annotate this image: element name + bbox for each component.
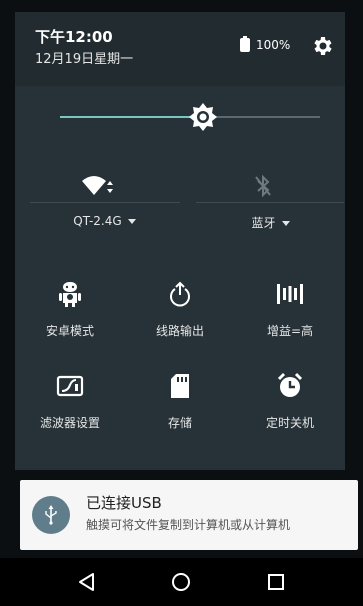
brightness-thumb-icon[interactable] xyxy=(188,102,218,132)
back-triangle-icon xyxy=(79,573,95,591)
quick-toggle-row xyxy=(15,160,345,220)
wifi-icon xyxy=(81,176,113,195)
tile-label: 存储 xyxy=(167,416,192,430)
notification-title: 已连接USB xyxy=(86,494,162,512)
power-output-icon xyxy=(166,280,194,308)
tile-label: 滤波器设置 xyxy=(39,416,100,430)
android-icon xyxy=(56,280,84,308)
tile-timer-shutdown[interactable]: 定时关机 xyxy=(235,372,345,452)
brightness-track-filled xyxy=(60,116,203,118)
tile-label: 增益=高 xyxy=(266,324,314,338)
wifi-divider xyxy=(30,202,180,203)
bluetooth-off-icon xyxy=(254,174,271,198)
battery-icon xyxy=(240,36,250,52)
filter-icon xyxy=(56,372,84,400)
chevron-down-icon xyxy=(127,219,136,224)
wifi-network-label: QT-2.4G xyxy=(73,214,122,228)
wifi-network-dropdown[interactable]: QT-2.4G xyxy=(22,214,187,228)
alarm-icon xyxy=(276,372,304,400)
navigation-bar xyxy=(0,558,363,606)
wifi-toggle[interactable] xyxy=(15,160,180,212)
chevron-down-icon xyxy=(281,221,290,226)
tile-storage[interactable]: 存储 xyxy=(125,372,235,452)
notification-text: 触摸可将文件复制到计算机或从计算机 xyxy=(86,518,291,532)
tile-label: 安卓模式 xyxy=(45,324,94,338)
sd-card-icon xyxy=(166,372,194,400)
clock-time: 下午12:00 xyxy=(35,28,113,46)
tile-label: 定时关机 xyxy=(265,416,314,430)
home-circle-icon xyxy=(172,573,191,591)
tile-filter-settings[interactable]: 滤波器设置 xyxy=(15,372,125,452)
tile-row-1: 安卓模式 线路输出 增益=高 xyxy=(15,280,345,360)
usb-icon xyxy=(32,496,70,534)
tile-row-2: 滤波器设置 存储 定时关机 xyxy=(15,372,345,452)
brightness-slider[interactable] xyxy=(60,100,320,134)
tile-label: 线路输出 xyxy=(155,324,204,338)
bluetooth-dropdown[interactable]: 蓝牙 xyxy=(188,214,353,231)
bluetooth-toggle[interactable] xyxy=(180,160,345,212)
gain-bars-icon xyxy=(276,280,304,308)
bluetooth-divider xyxy=(196,202,344,203)
battery-percent: 100% xyxy=(256,38,291,52)
brightness-track-empty xyxy=(203,116,320,118)
recents-square-icon xyxy=(267,574,284,590)
status-header: 下午12:00 12月19日星期一 100% xyxy=(15,12,345,86)
home-button[interactable] xyxy=(161,562,201,602)
clock-date: 12月19日星期一 xyxy=(35,52,134,67)
tile-line-output[interactable]: 线路输出 xyxy=(125,280,235,360)
battery-status: 100% xyxy=(240,36,291,52)
tile-android-mode[interactable]: 安卓模式 xyxy=(15,280,125,360)
recents-button[interactable] xyxy=(256,562,296,602)
usb-notification[interactable]: 已连接USB 触摸可将文件复制到计算机或从计算机 xyxy=(20,480,358,550)
back-button[interactable] xyxy=(67,562,107,602)
tile-gain[interactable]: 增益=高 xyxy=(235,280,345,360)
bluetooth-label: 蓝牙 xyxy=(251,216,276,230)
settings-gear-icon[interactable] xyxy=(310,34,334,58)
